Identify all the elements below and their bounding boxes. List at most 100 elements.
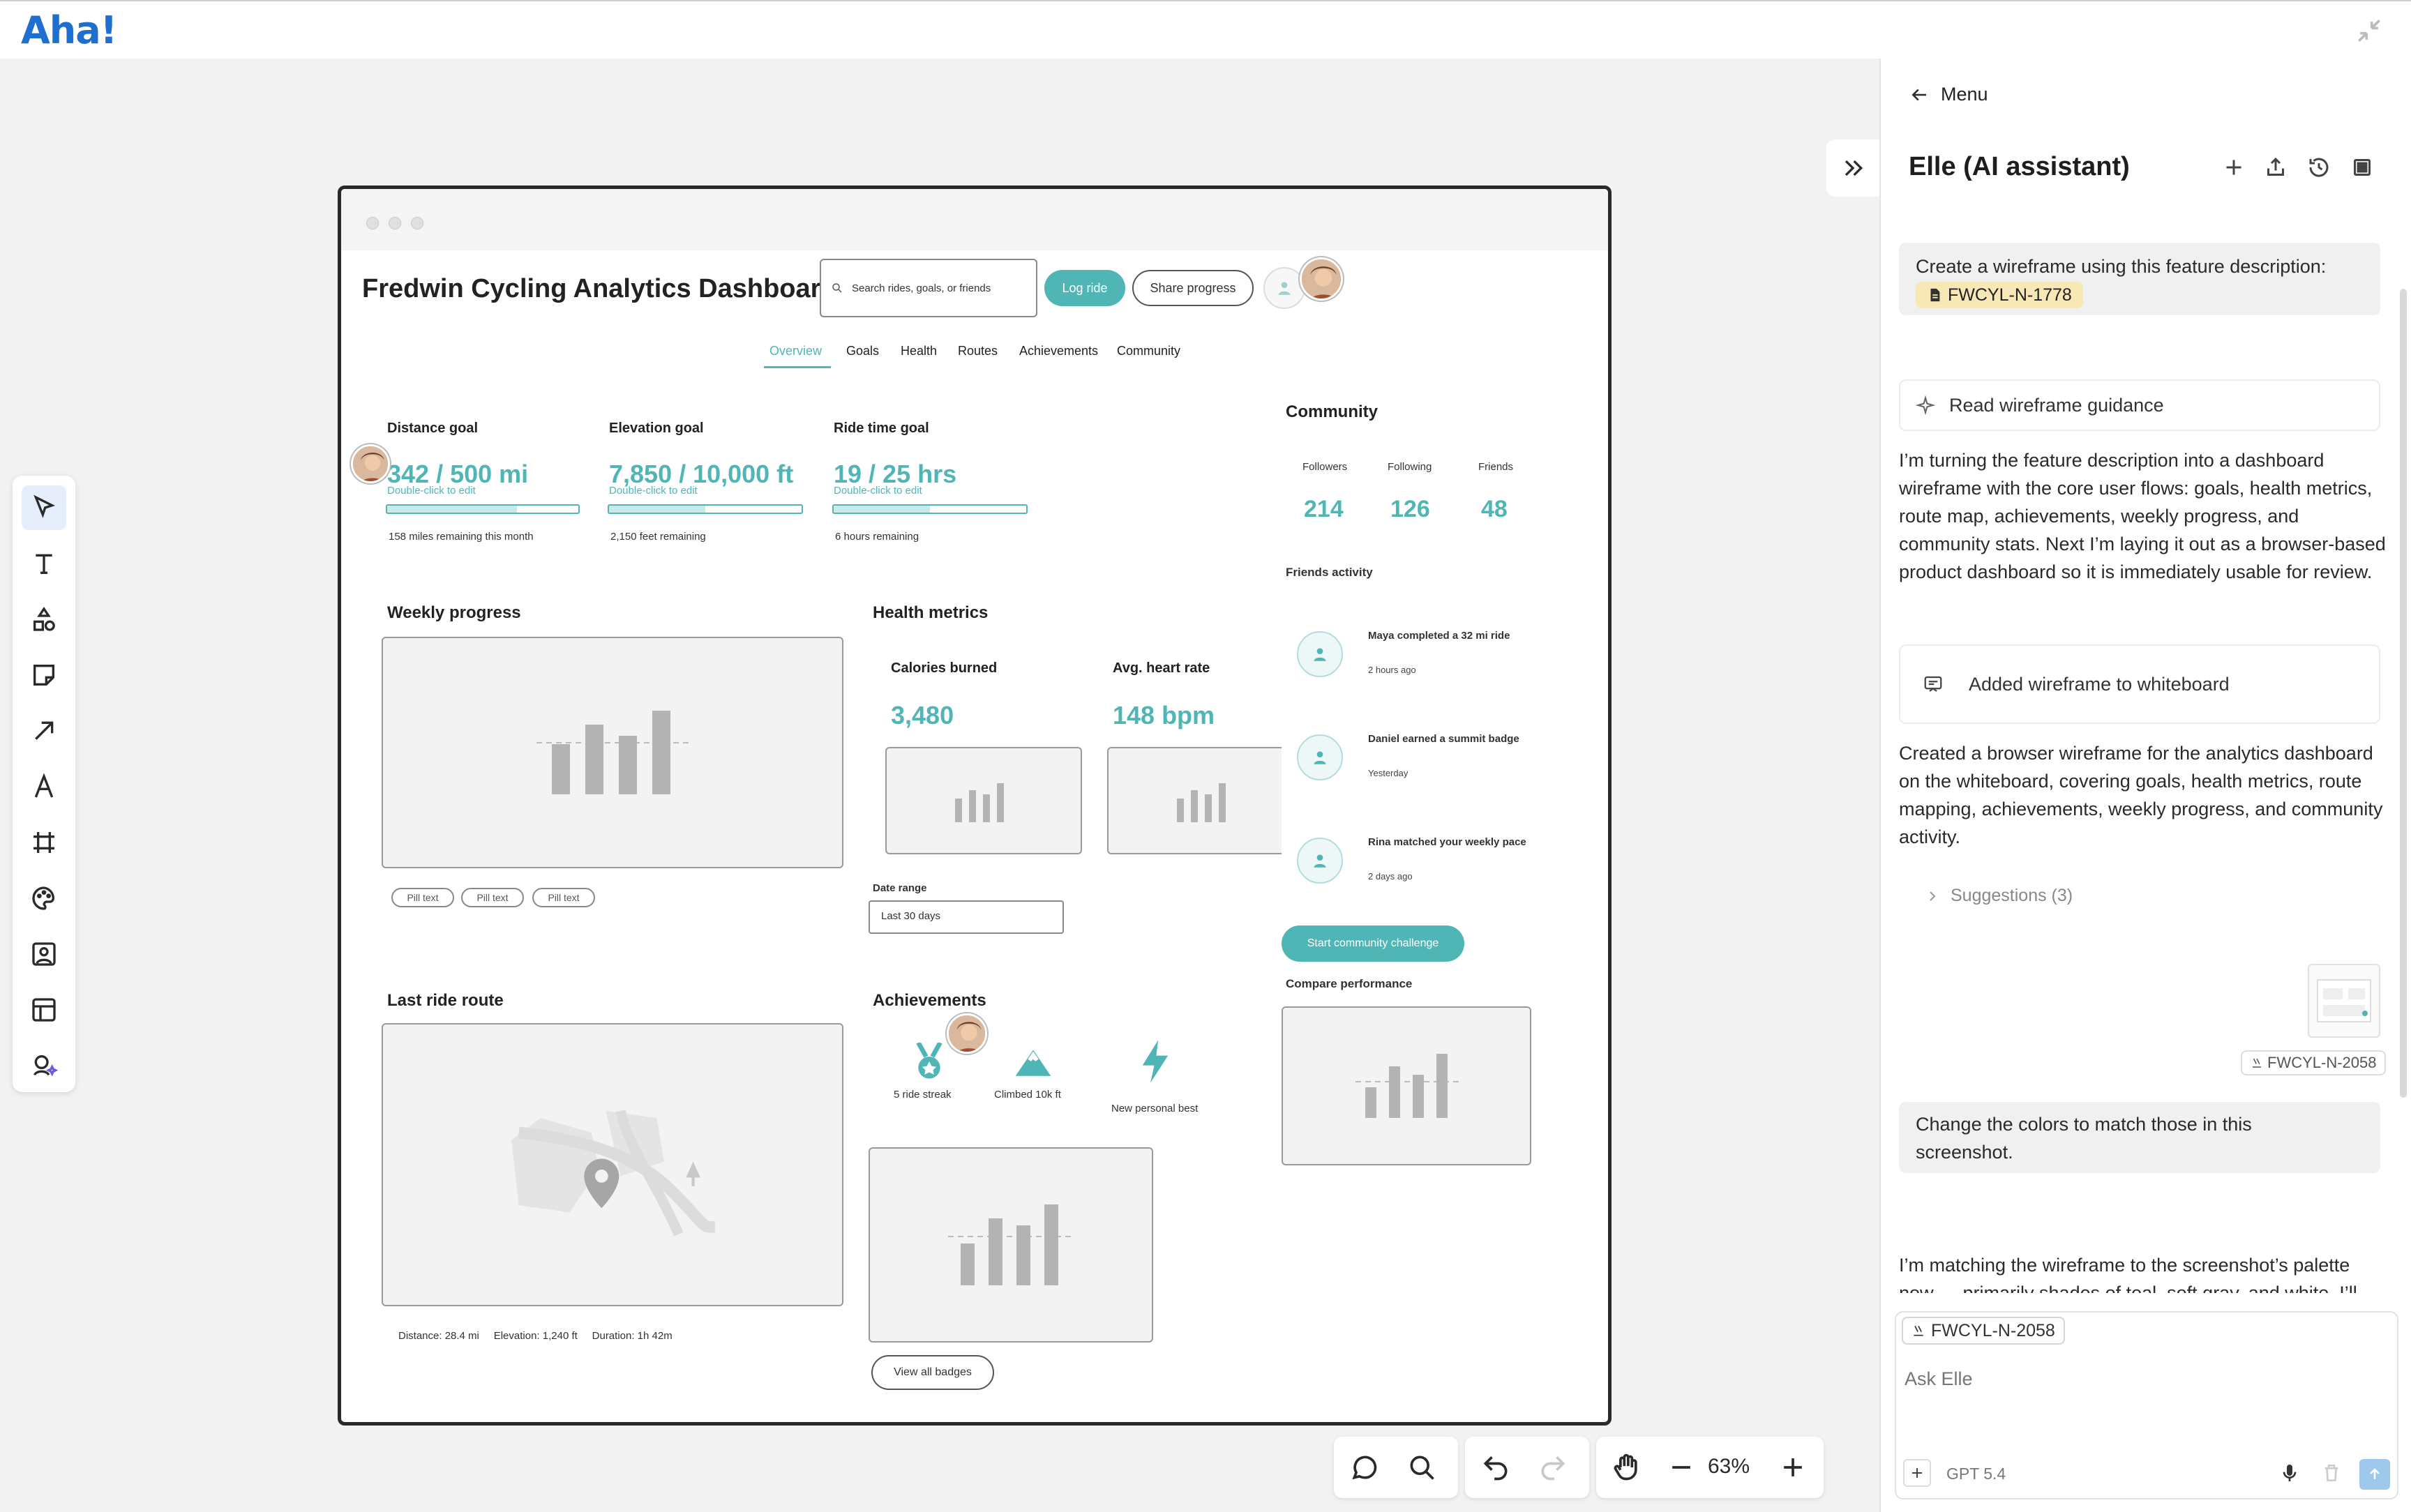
window-dot [389, 217, 401, 229]
calories-chart-placeholder[interactable] [885, 747, 1082, 854]
double-chevron-right-icon [1845, 160, 1863, 176]
share-progress-button[interactable]: Share progress [1132, 270, 1254, 306]
share-icon[interactable] [2263, 155, 2288, 180]
goal-progress-bar [608, 504, 803, 514]
text-icon [36, 554, 52, 574]
collaborator-avatar[interactable] [351, 444, 390, 483]
attach-button[interactable] [1903, 1459, 1931, 1487]
sparkle-icon [1916, 395, 1935, 415]
tab-health[interactable]: Health [901, 344, 937, 358]
compare-performance-title: Compare performance [1286, 977, 1413, 990]
tab-overview[interactable]: Overview [769, 344, 822, 358]
plus-icon[interactable] [2221, 155, 2246, 180]
start-challenge-button[interactable]: Start community challenge [1282, 925, 1464, 962]
lightning-icon [1141, 1040, 1170, 1087]
search-input[interactable]: Search rides, goals, or friends [820, 259, 1037, 317]
attachment-thumbnail[interactable] [2308, 964, 2380, 1038]
weekly-progress-chart-placeholder[interactable] [382, 637, 843, 868]
history-icon[interactable] [2306, 155, 2331, 180]
redo-icon[interactable] [1538, 1452, 1568, 1483]
palette-tool[interactable] [22, 876, 66, 921]
map-icon [511, 1110, 715, 1237]
tab-goals[interactable]: Goals [846, 344, 879, 358]
pill[interactable]: Pill text [461, 888, 524, 907]
route-map-placeholder[interactable] [382, 1023, 843, 1306]
heart-rate-chart-placeholder[interactable] [1107, 747, 1282, 854]
collaborator-avatar[interactable] [947, 1013, 987, 1054]
goal-progress-fill [609, 506, 705, 513]
frame-tool[interactable] [22, 820, 66, 865]
date-range-select[interactable]: Last 30 days [869, 900, 1064, 934]
suggestions-toggle[interactable]: Suggestions (3) [1924, 886, 2073, 906]
search-icon[interactable] [1406, 1452, 1437, 1483]
following-label: Following [1388, 461, 1432, 473]
model-selector[interactable]: GPT 5.4 [1946, 1465, 2006, 1483]
send-button[interactable] [2359, 1459, 2390, 1490]
read-guidance-card[interactable]: Read wireframe guidance [1899, 379, 2380, 431]
tab-community[interactable]: Community [1117, 344, 1180, 358]
cursor-icon [33, 494, 56, 518]
tab-routes[interactable]: Routes [958, 344, 998, 358]
calories-value: 3,480 [891, 701, 954, 729]
chat-scrollbar[interactable] [2400, 289, 2407, 1098]
wireframe-frame[interactable]: Fredwin Cycling Analytics Dashboard Sear… [338, 186, 1612, 1426]
view-all-badges-button[interactable]: View all badges [871, 1355, 994, 1390]
health-metrics-title: Health metrics [873, 603, 989, 622]
goal-hint: Double-click to edit [834, 485, 922, 497]
ai-tool[interactable] [22, 1043, 66, 1088]
app-logo[interactable]: Aha! [21, 8, 117, 52]
route-stats: Distance: 28.4 mi Elevation: 1,240 ft Du… [398, 1330, 673, 1342]
arrow-icon [35, 721, 54, 740]
profile-avatar-placeholder[interactable] [1263, 267, 1305, 309]
community-title: Community [1286, 402, 1378, 421]
log-ride-button[interactable]: Log ride [1044, 270, 1125, 306]
goal-label: Distance goal [387, 421, 479, 436]
bar-chart-icon [1177, 783, 1226, 822]
select-tool[interactable] [22, 485, 66, 530]
pill[interactable]: Pill text [532, 888, 595, 907]
shapes-tool[interactable] [22, 597, 66, 642]
link-icon [1914, 1325, 1923, 1336]
goal-progress-bar [386, 504, 580, 514]
achievements-chart-placeholder[interactable] [869, 1147, 1153, 1343]
microphone-icon[interactable] [2278, 1462, 2301, 1484]
pill[interactable]: Pill text [391, 888, 454, 907]
attachment-tag[interactable]: FWCYL-N-2058 [2241, 1050, 2387, 1075]
goal-remaining: 2,150 feet remaining [610, 531, 706, 543]
feature-tag[interactable]: FWCYL-N-1778 [1916, 282, 2083, 308]
whiteboard-icon [1924, 676, 1942, 692]
arrow-tool[interactable] [22, 709, 66, 753]
suggestions-label: Suggestions (3) [1951, 886, 2073, 905]
top-bar: Aha! [0, 0, 2411, 59]
ask-elle-input[interactable] [1905, 1361, 2386, 1396]
hand-icon[interactable] [1612, 1452, 1642, 1483]
menu-back-link[interactable]: Menu [1909, 84, 1988, 105]
tab-achievements[interactable]: Achievements [1019, 344, 1098, 358]
friend-activity-time: 2 days ago [1368, 871, 1413, 882]
collapse-panel-button[interactable] [1826, 139, 1879, 197]
medal-icon [913, 1041, 945, 1085]
friend-activity-text: Maya completed a 32 mi ride [1368, 630, 1510, 642]
zoom-in-icon[interactable] [1778, 1452, 1808, 1483]
bar-chart-icon [1355, 1054, 1460, 1118]
added-wireframe-label: Added wireframe to whiteboard [1969, 673, 2230, 695]
template-tool[interactable] [22, 988, 66, 1032]
image-tool[interactable] [22, 932, 66, 976]
pen-tool[interactable] [22, 764, 66, 809]
sticky-note-tool[interactable] [22, 653, 66, 697]
panel-layout-icon[interactable] [2350, 155, 2375, 180]
goal-hint: Double-click to edit [609, 485, 698, 497]
zoom-level[interactable]: 63% [1708, 1455, 1750, 1479]
added-wireframe-card[interactable]: Added wireframe to whiteboard [1899, 644, 2380, 724]
text-tool[interactable] [22, 541, 66, 586]
collaborator-avatar[interactable] [1300, 257, 1343, 301]
trash-icon[interactable] [2320, 1462, 2343, 1484]
compare-chart-placeholder[interactable] [1282, 1006, 1531, 1165]
zoom-out-icon[interactable] [1666, 1452, 1697, 1483]
image-icon [32, 942, 56, 966]
undo-icon[interactable] [1480, 1452, 1511, 1483]
following-value: 126 [1390, 496, 1430, 522]
collapse-icon[interactable] [2354, 15, 2384, 46]
comment-icon[interactable] [1349, 1452, 1380, 1483]
composer-context-chip[interactable]: FWCYL-N-2058 [1902, 1317, 2065, 1345]
